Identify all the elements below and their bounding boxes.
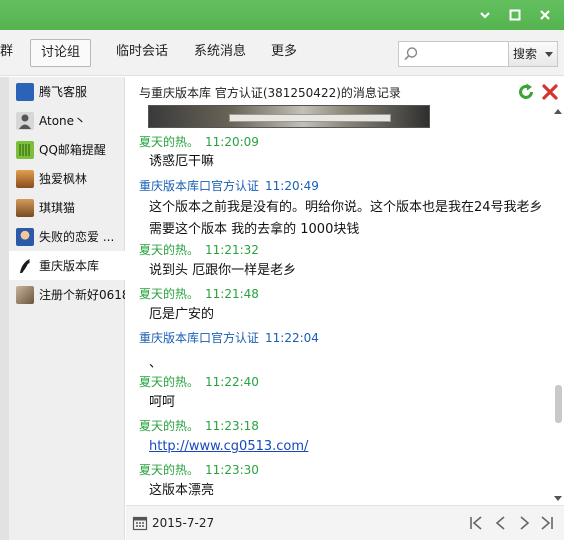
contact-item[interactable]: Atone丶 — [9, 106, 125, 135]
message-sender: 夏天的热。 — [139, 419, 200, 433]
first-page-icon[interactable] — [468, 515, 484, 531]
message-link: http://www.cg0513.com/ — [149, 436, 549, 458]
contact-item-active[interactable]: 重庆版本库 — [9, 251, 125, 280]
tab-temp-chat[interactable]: 临时会话 — [106, 39, 178, 67]
title-bar — [0, 0, 564, 30]
search-box — [398, 41, 508, 67]
message-time: 11:22:04 — [265, 331, 319, 345]
message-time: 11:20:09 — [205, 135, 259, 149]
message-meta: 夏天的热。 11:22:40 — [139, 373, 259, 390]
avatar — [16, 111, 34, 130]
minimize-icon[interactable] — [472, 4, 498, 26]
history-header: 与重庆版本库 官方认证(381250422)的消息记录 — [126, 77, 564, 105]
message-sender: 夏天的热。 — [139, 243, 200, 257]
calendar-icon[interactable] — [132, 515, 148, 531]
avatar — [16, 285, 34, 304]
tab-discussion[interactable]: 讨论组 — [30, 39, 92, 67]
avatar — [16, 256, 34, 275]
message-sender: 重庆版本库口官方认证 — [139, 179, 260, 193]
contact-name: 重庆版本库 — [39, 259, 100, 273]
scroll-down-icon[interactable] — [554, 496, 562, 501]
message-text: 这个版本之前我是没有的。明给你说。这个版本也是我在24号我老乡需要这个版本 我的… — [149, 200, 543, 237]
message-meta: 夏天的热。 11:20:09 — [139, 133, 259, 150]
url-link[interactable]: http://www.cg0513.com/ — [149, 439, 308, 454]
avatar — [16, 140, 34, 159]
message-meta: 夏天的热。 11:21:48 — [139, 285, 259, 302]
message-sender: 夏天的热。 — [139, 287, 200, 301]
message-time: 11:21:32 — [205, 243, 259, 257]
message-meta: 夏天的热。 11:23:18 — [139, 417, 259, 434]
last-page-icon[interactable] — [539, 515, 555, 531]
page-title: 与重庆版本库 官方认证(381250422)的消息记录 — [139, 86, 401, 100]
message-meta: 夏天的热。 11:21:32 — [139, 241, 259, 258]
contact-name: 琪琪猫 — [39, 201, 76, 215]
tab-group[interactable]: 群 — [0, 39, 23, 67]
search-icon — [404, 47, 418, 61]
tab-more[interactable]: 更多 — [261, 39, 307, 67]
refresh-icon[interactable] — [516, 82, 536, 102]
contact-name: 失败的恋爱 ... — [39, 230, 115, 244]
message-text: 厄是广安的 — [149, 307, 215, 322]
sidebar-strip — [0, 77, 9, 540]
avatar — [16, 169, 34, 188]
message-time: 11:23:18 — [205, 419, 259, 433]
tab-system-messages[interactable]: 系统消息 — [184, 39, 256, 67]
scroll-up-icon[interactable] — [554, 109, 562, 114]
chevron-down-icon[interactable] — [545, 52, 553, 57]
tab-bar: 群 讨论组 临时会话 系统消息 更多 搜索 — [0, 30, 564, 76]
message-time: 11:22:40 — [205, 375, 259, 389]
window-controls — [472, 4, 558, 26]
message-meta: 夏天的热。 11:23:30 — [139, 461, 259, 478]
message-text: 说到头 厄跟你一样是老乡 — [149, 263, 297, 278]
shared-image[interactable] — [148, 105, 430, 128]
avatar — [16, 82, 34, 101]
search-button-label: 搜索 — [513, 47, 538, 61]
vertical-scrollbar[interactable] — [552, 105, 564, 505]
contact-item[interactable]: 琪琪猫 — [9, 193, 125, 222]
contact-name: Atone丶 — [39, 114, 87, 128]
contact-sidebar: 腾飞客服 Atone丶 QQ邮箱提醒 独爱枫林 琪琪猫 失败的恋爱 ... 重庆… — [0, 77, 125, 540]
search-input[interactable] — [423, 44, 505, 64]
message-meta: 重庆版本库口官方认证 11:20:49 — [139, 177, 319, 194]
message-list[interactable]: 夏天的热。 11:20:09 诱惑厄干嘛 重庆版本库口官方认证 11:20:49 这… — [126, 105, 552, 505]
contact-item[interactable]: 注册个新好0618 — [9, 280, 125, 309]
search-button[interactable]: 搜索 — [508, 41, 558, 67]
message-sender: 夏天的热。 — [139, 375, 200, 389]
avatar — [16, 227, 34, 246]
avatar — [16, 198, 34, 217]
message-time: 11:20:49 — [265, 179, 319, 193]
message-meta: 重庆版本库口官方认证 11:22:04 — [139, 329, 319, 346]
contact-name: QQ邮箱提醒 — [39, 143, 106, 157]
scroll-thumb[interactable] — [555, 385, 562, 423]
contact-item[interactable]: 独爱枫林 — [9, 164, 125, 193]
delete-icon[interactable] — [540, 82, 560, 102]
message-sender: 夏天的热。 — [139, 463, 200, 477]
maximize-icon[interactable] — [502, 4, 528, 26]
contact-name: 腾飞客服 — [39, 85, 88, 99]
message-time: 11:23:30 — [205, 463, 259, 477]
contact-item[interactable]: 失败的恋爱 ... — [9, 222, 125, 251]
history-footer: 2015-7-27 — [126, 505, 564, 540]
contact-name: 注册个新好0618 — [39, 288, 125, 302]
message-sender: 重庆版本库口官方认证 — [139, 331, 260, 345]
message-text: 诱惑厄干嘛 — [149, 154, 215, 169]
prev-page-icon[interactable] — [493, 515, 509, 531]
contact-item[interactable]: 腾飞客服 — [9, 77, 125, 106]
next-page-icon[interactable] — [516, 515, 532, 531]
close-icon[interactable] — [532, 4, 558, 26]
message-time: 11:21:48 — [205, 287, 259, 301]
message-sender: 夏天的热。 — [139, 135, 200, 149]
contact-item[interactable]: QQ邮箱提醒 — [9, 135, 125, 164]
message-text: 、 — [149, 356, 163, 371]
contact-name: 独爱枫林 — [39, 172, 88, 186]
message-text: 呵呵 — [149, 395, 176, 410]
message-text: 这版本漂亮 — [149, 483, 215, 498]
date-selector[interactable]: 2015-7-27 — [152, 516, 214, 530]
